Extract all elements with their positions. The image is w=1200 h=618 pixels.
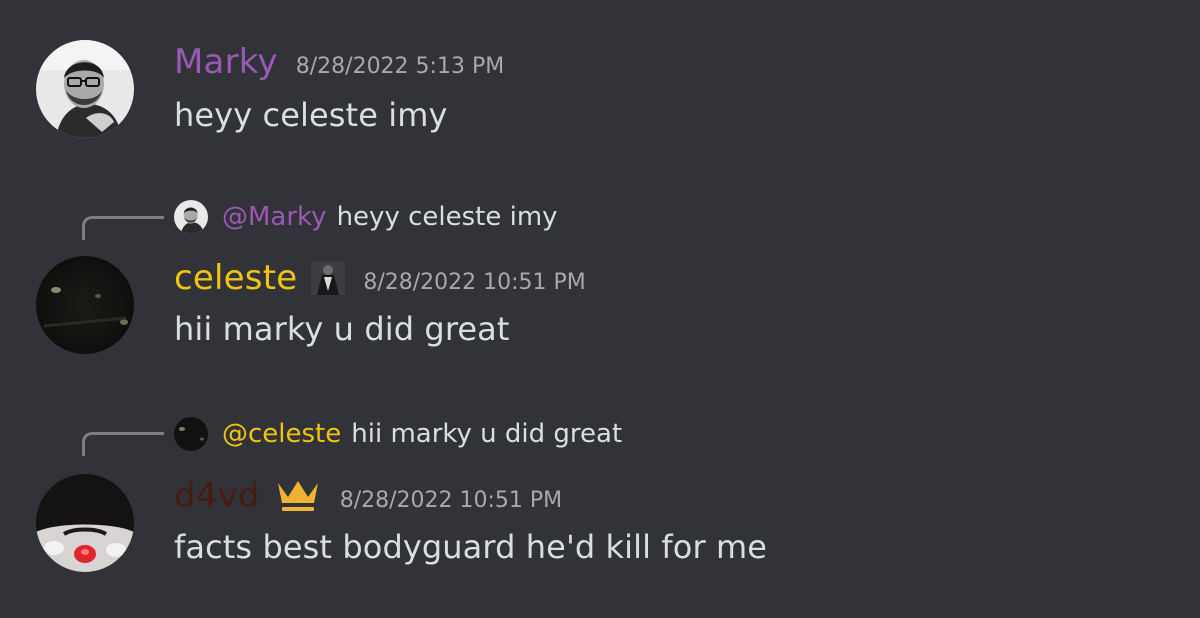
- reply-preview[interactable]: @Marky heyy celeste imy: [174, 200, 558, 234]
- author-name[interactable]: Marky: [174, 42, 278, 82]
- avatar-d4vd[interactable]: [36, 474, 134, 572]
- message-content: hii marky u did great: [174, 310, 510, 348]
- reply-text: heyy celeste imy: [336, 202, 558, 232]
- author-name[interactable]: d4vd: [174, 476, 260, 516]
- reply-text: hii marky u did great: [351, 419, 623, 449]
- author-name[interactable]: celeste: [174, 258, 297, 298]
- timestamp: 8/28/2022 10:51 PM: [339, 488, 563, 513]
- avatar-marky-small: [174, 200, 208, 234]
- avatar-celeste-small: [174, 417, 208, 451]
- reply-preview[interactable]: @celeste hii marky u did great: [174, 417, 622, 451]
- chat-messages: Marky 8/28/2022 5:13 PM heyy celeste imy…: [0, 0, 1200, 618]
- reply-connector: [82, 216, 164, 240]
- avatar-marky[interactable]: [36, 40, 134, 138]
- timestamp: 8/28/2022 10:51 PM: [363, 270, 586, 295]
- avatar-celeste[interactable]: [36, 256, 134, 354]
- message-content: facts best bodyguard he'd kill for me: [174, 528, 768, 566]
- reply-connector: [82, 432, 164, 456]
- crown-icon[interactable]: [274, 477, 322, 515]
- reply-mention[interactable]: @Marky: [222, 202, 327, 232]
- timestamp: 8/28/2022 5:13 PM: [295, 54, 505, 79]
- reply-mention[interactable]: @celeste: [222, 419, 341, 449]
- message-content: heyy celeste imy: [174, 96, 448, 134]
- role-icon-figure[interactable]: [311, 261, 346, 295]
